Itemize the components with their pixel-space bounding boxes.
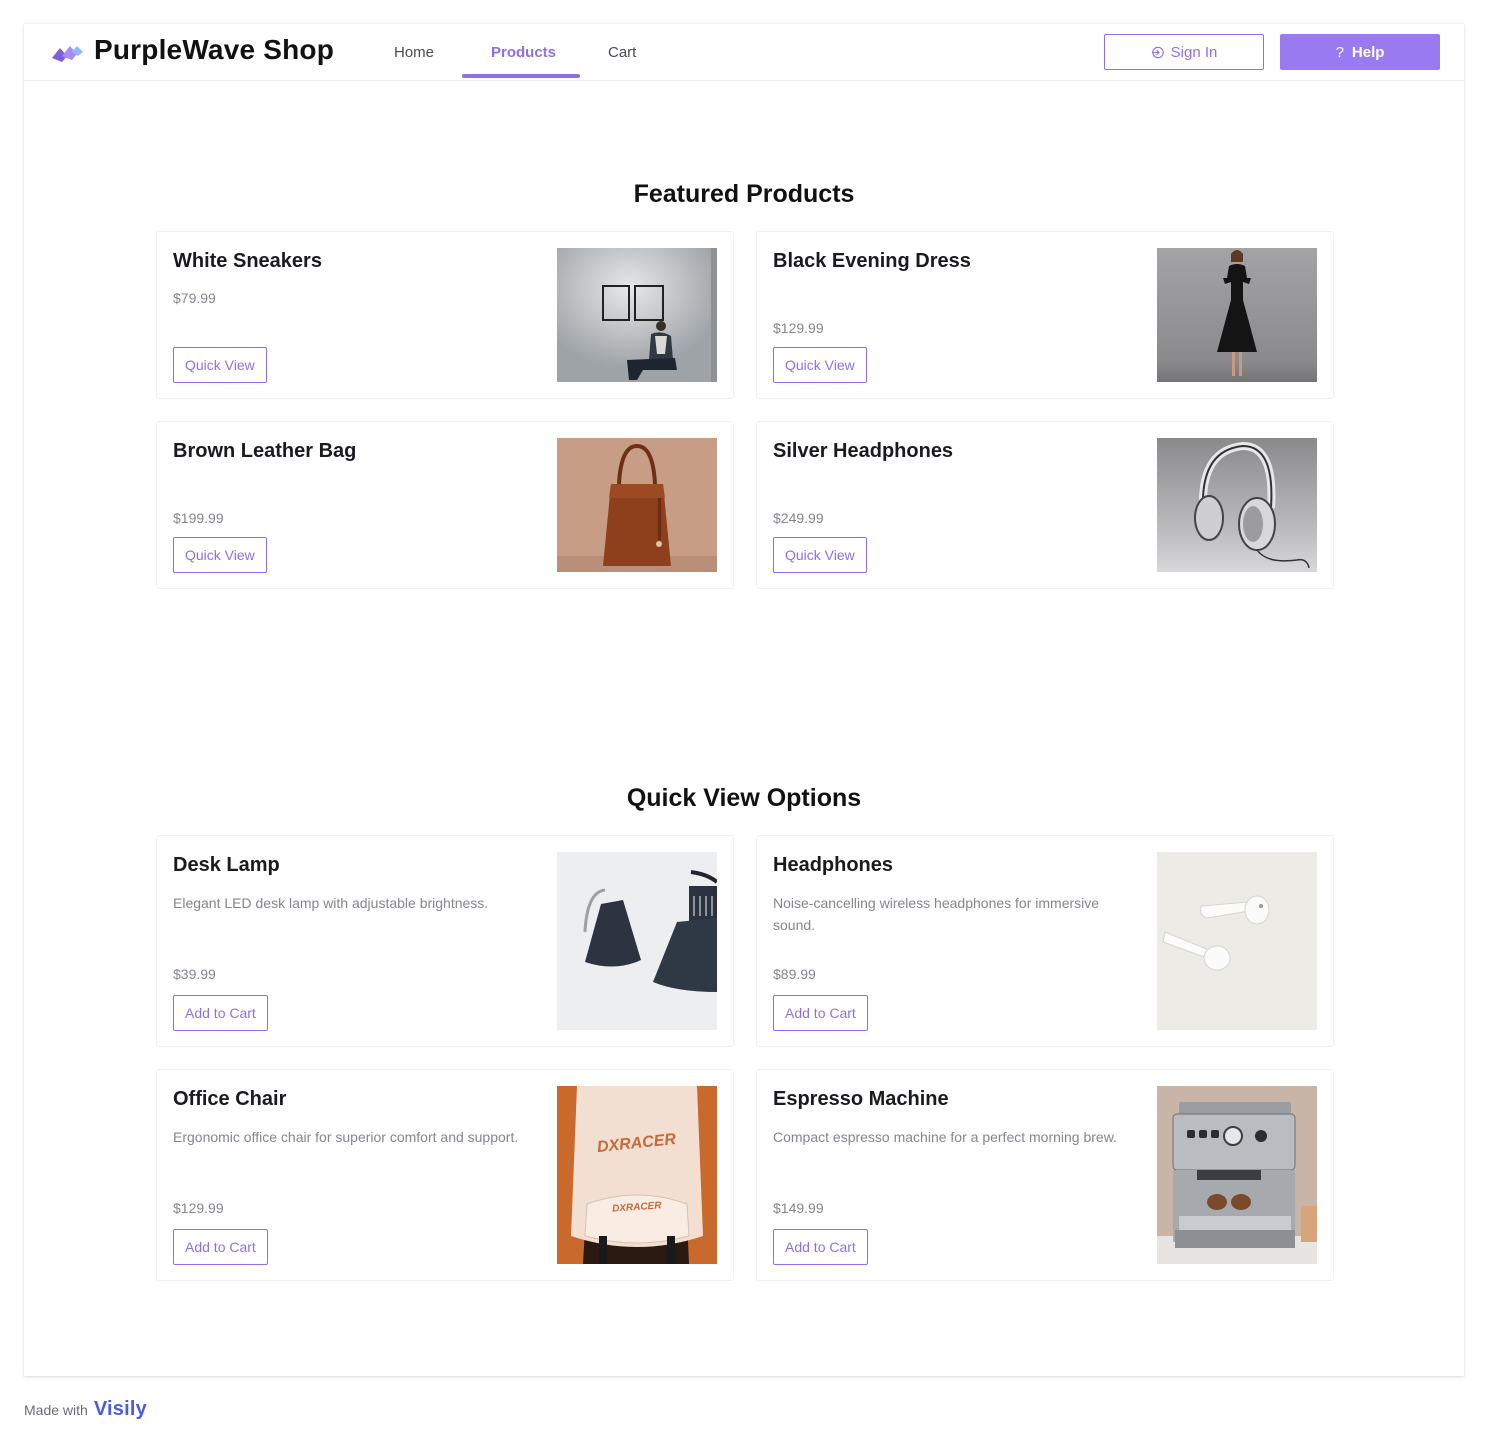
help-label: Help bbox=[1351, 43, 1385, 61]
product-price: $199.99 bbox=[173, 510, 224, 526]
top-navbar: PurpleWave Shop Home Products Cart Sign … bbox=[24, 24, 1464, 81]
add-to-cart-button[interactable]: Add to Cart bbox=[773, 995, 868, 1031]
nav-products[interactable]: Products bbox=[491, 44, 556, 61]
quick-view-button[interactable]: Quick View bbox=[173, 537, 267, 573]
product-card-espresso-machine: Espresso Machine Compact espresso machin… bbox=[756, 1069, 1334, 1281]
quick-view-button[interactable]: Quick View bbox=[773, 537, 867, 573]
purplewave-logo-icon bbox=[52, 46, 83, 62]
question-icon: ? bbox=[1335, 43, 1344, 61]
nav-cart[interactable]: Cart bbox=[608, 44, 636, 61]
product-name: Headphones bbox=[773, 854, 894, 876]
made-with-visily-badge[interactable]: Made with Visily bbox=[24, 1398, 147, 1421]
made-with-label: Made with bbox=[24, 1401, 88, 1418]
product-name: Silver Headphones bbox=[773, 440, 954, 462]
brand-name[interactable]: PurpleWave Shop bbox=[94, 34, 334, 66]
product-description: Compact espresso machine for a perfect m… bbox=[773, 1129, 1117, 1145]
sign-in-icon bbox=[1151, 46, 1164, 58]
product-name: Brown Leather Bag bbox=[173, 440, 357, 462]
woman-in-black-dress-photo bbox=[1157, 248, 1317, 382]
nav-home[interactable]: Home bbox=[394, 44, 434, 61]
active-nav-indicator bbox=[462, 74, 580, 78]
product-price: $129.99 bbox=[773, 320, 824, 336]
espresso-machine-photo bbox=[1157, 1086, 1317, 1264]
quick-view-button[interactable]: Quick View bbox=[173, 347, 267, 383]
person-seated-in-gallery-photo bbox=[557, 248, 717, 382]
add-to-cart-button[interactable]: Add to Cart bbox=[173, 1229, 268, 1265]
brown-leather-bag-photo bbox=[557, 438, 717, 572]
add-to-cart-button[interactable]: Add to Cart bbox=[173, 995, 268, 1031]
product-name: White Sneakers bbox=[173, 250, 322, 272]
product-name: Espresso Machine bbox=[773, 1088, 949, 1110]
product-description: Noise-cancelling wireless headphones for… bbox=[773, 895, 1100, 933]
product-card-black-evening-dress: Black Evening Dress $129.99 Quick View bbox=[756, 231, 1334, 399]
product-description: Elegant LED desk lamp with adjustable br… bbox=[173, 895, 489, 911]
product-description: Ergonomic office chair for superior comf… bbox=[173, 1129, 519, 1145]
product-price: $79.99 bbox=[173, 290, 216, 306]
product-price: $129.99 bbox=[173, 1200, 224, 1216]
product-price: $149.99 bbox=[773, 1200, 824, 1216]
product-card-silver-headphones: Silver Headphones $249.99 Quick View bbox=[756, 421, 1334, 589]
product-card-brown-leather-bag: Brown Leather Bag $199.99 Quick View bbox=[156, 421, 734, 589]
product-card-office-chair: Office Chair Ergonomic office chair for … bbox=[156, 1069, 734, 1281]
help-button[interactable]: ? Help bbox=[1280, 34, 1440, 70]
product-card-white-sneakers: White Sneakers $79.99 Quick View bbox=[156, 231, 734, 399]
silver-headphones-photo bbox=[1157, 438, 1317, 572]
wireless-earbuds-photo bbox=[1157, 852, 1317, 1030]
product-name: Black Evening Dress bbox=[773, 250, 971, 272]
desk-lamp-photo bbox=[557, 852, 717, 1030]
office-chair-photo: DXRACER DXRACER bbox=[557, 1086, 717, 1264]
product-price: $249.99 bbox=[773, 510, 824, 526]
sign-in-button[interactable]: Sign In bbox=[1104, 34, 1264, 70]
product-card-headphones: Headphones Noise-cancelling wireless hea… bbox=[756, 835, 1334, 1047]
visily-logo: Visily bbox=[93, 1398, 147, 1420]
product-price: $39.99 bbox=[173, 966, 216, 982]
featured-products-heading: Featured Products bbox=[633, 180, 855, 208]
sign-in-label: Sign In bbox=[1170, 43, 1218, 61]
quick-view-options-heading: Quick View Options bbox=[626, 784, 862, 812]
product-card-desk-lamp: Desk Lamp Elegant LED desk lamp with adj… bbox=[156, 835, 734, 1047]
product-name: Desk Lamp bbox=[173, 854, 280, 876]
quick-view-button[interactable]: Quick View bbox=[773, 347, 867, 383]
add-to-cart-button[interactable]: Add to Cart bbox=[773, 1229, 868, 1265]
product-price: $89.99 bbox=[773, 966, 816, 982]
page-frame: PurpleWave Shop Home Products Cart Sign … bbox=[24, 24, 1464, 1376]
product-name: Office Chair bbox=[173, 1088, 287, 1110]
